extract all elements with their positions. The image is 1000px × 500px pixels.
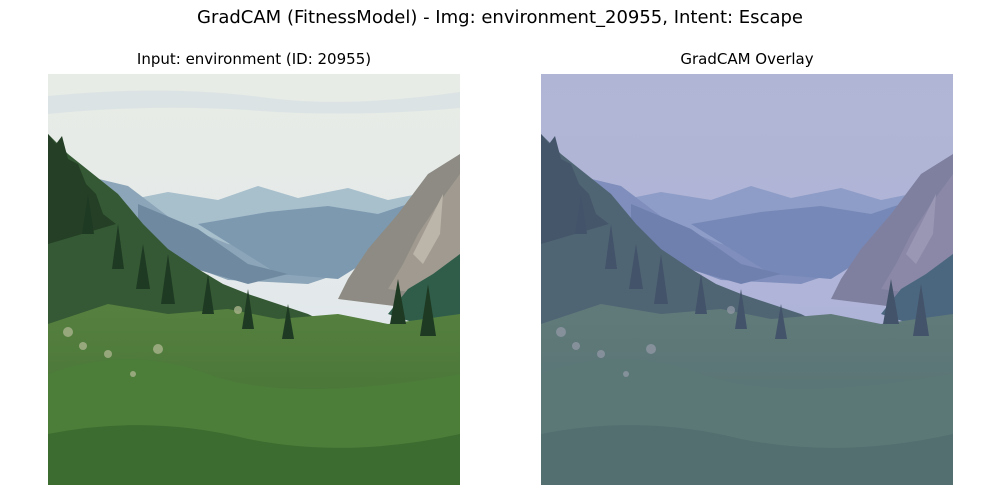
input-landscape-image	[48, 74, 460, 485]
landscape-photo-with-heatmap	[541, 74, 953, 485]
input-image-panel: Input: environment (ID: 20955)	[47, 49, 461, 489]
overlay-panel-title: GradCAM Overlay	[680, 50, 814, 68]
figure-title: GradCAM (FitnessModel) - Img: environmen…	[197, 7, 803, 28]
gradcam-overlay-panel: GradCAM Overlay	[540, 49, 954, 489]
gradcam-overlay-image	[541, 74, 953, 485]
input-panel-title: Input: environment (ID: 20955)	[136, 50, 372, 68]
landscape-photo	[48, 74, 460, 485]
heatmap-overlay	[541, 74, 953, 485]
